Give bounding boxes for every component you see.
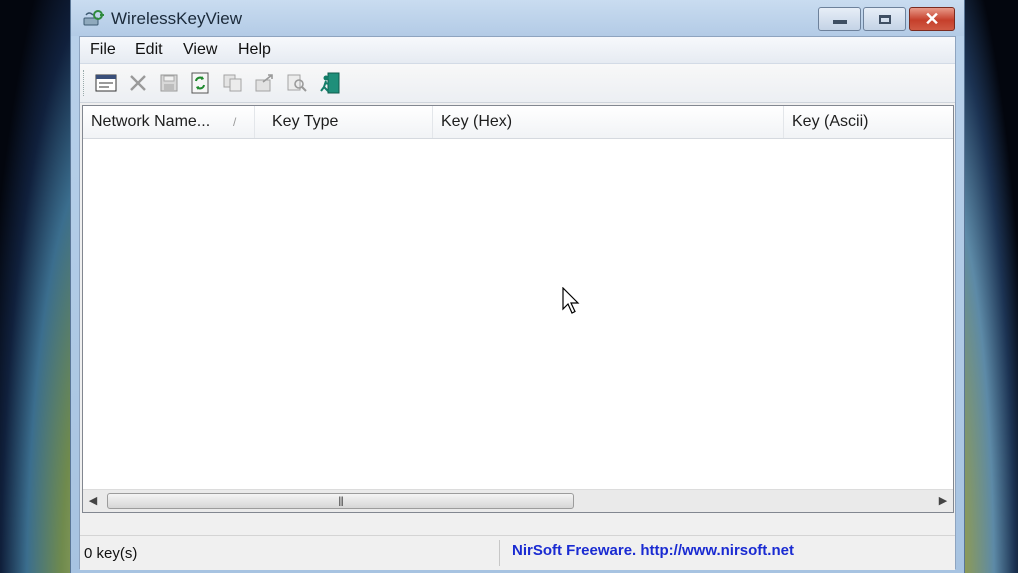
save-button[interactable] (157, 71, 181, 95)
scroll-left-arrow-icon[interactable]: ◀ (85, 494, 101, 507)
status-divider (499, 540, 500, 566)
scrollbar-thumb[interactable]: ||| (107, 493, 574, 509)
column-key-type-label: Key Type (272, 113, 339, 130)
find-icon (287, 74, 307, 92)
column-key-ascii[interactable]: Key (Ascii) (784, 106, 953, 138)
desktop-background-right (960, 0, 1018, 573)
status-bar: 0 key(s) NirSoft Freeware. http://www.ni… (80, 535, 955, 570)
column-key-hex[interactable]: Key (Hex) (433, 106, 784, 138)
column-key-ascii-label: Key (Ascii) (792, 113, 869, 130)
mouse-cursor-icon (562, 287, 580, 314)
desktop-background-left (0, 0, 72, 573)
nirsoft-link[interactable]: NirSoft Freeware. http://www.nirsoft.net (512, 542, 794, 559)
close-button[interactable]: ✕ (909, 7, 955, 31)
refresh-button[interactable] (188, 71, 212, 95)
delete-icon (130, 75, 146, 91)
copy-button[interactable] (221, 71, 245, 95)
column-network-name-label: Network Name... (91, 113, 211, 130)
column-network-name[interactable]: Network Name... / (83, 106, 255, 138)
exit-icon (320, 72, 340, 94)
menu-bar: File Edit View Help (80, 37, 955, 64)
find-button[interactable] (285, 71, 309, 95)
toolbar (80, 64, 955, 103)
maximize-icon (878, 14, 891, 24)
exit-button[interactable] (318, 71, 342, 95)
scrollbar-grip-icon: ||| (338, 495, 344, 507)
column-key-type[interactable]: Key Type (264, 106, 433, 138)
maximize-button[interactable] (863, 7, 906, 31)
save-icon (160, 74, 178, 92)
properties-button[interactable] (94, 71, 118, 95)
close-icon: ✕ (924, 9, 940, 29)
minimize-button[interactable] (818, 7, 861, 31)
toolbar-grip[interactable] (83, 70, 86, 96)
export-button[interactable] (253, 71, 277, 95)
menu-view[interactable]: View (183, 41, 217, 59)
wireless-key-icon (83, 9, 105, 27)
horizontal-scrollbar[interactable]: ◀ ||| ▶ (83, 489, 953, 512)
menu-file[interactable]: File (90, 41, 116, 59)
application-window: WirelessKeyView ✕ File Edit View Help Ne… (70, 0, 965, 573)
minimize-icon (832, 20, 847, 24)
window-title: WirelessKeyView (111, 9, 243, 28)
keys-list-view[interactable]: Network Name... / Key Type Key (Hex) Key… (82, 105, 954, 513)
delete-button[interactable] (126, 71, 150, 95)
key-count-status: 0 key(s) (84, 545, 138, 562)
menu-edit[interactable]: Edit (135, 41, 163, 59)
menu-help[interactable]: Help (238, 41, 271, 59)
scroll-right-arrow-icon[interactable]: ▶ (935, 494, 951, 507)
sort-indicator-icon: / (233, 115, 237, 129)
window-client-area: File Edit View Help Network Name... / Ke… (79, 36, 956, 570)
copy-icon (223, 74, 242, 92)
properties-icon (95, 74, 117, 92)
list-header: Network Name... / Key Type Key (Hex) Key… (83, 106, 953, 139)
title-bar[interactable]: WirelessKeyView ✕ (71, 0, 964, 36)
export-icon (255, 74, 273, 92)
column-key-hex-label: Key (Hex) (441, 113, 513, 130)
refresh-icon (191, 72, 209, 94)
